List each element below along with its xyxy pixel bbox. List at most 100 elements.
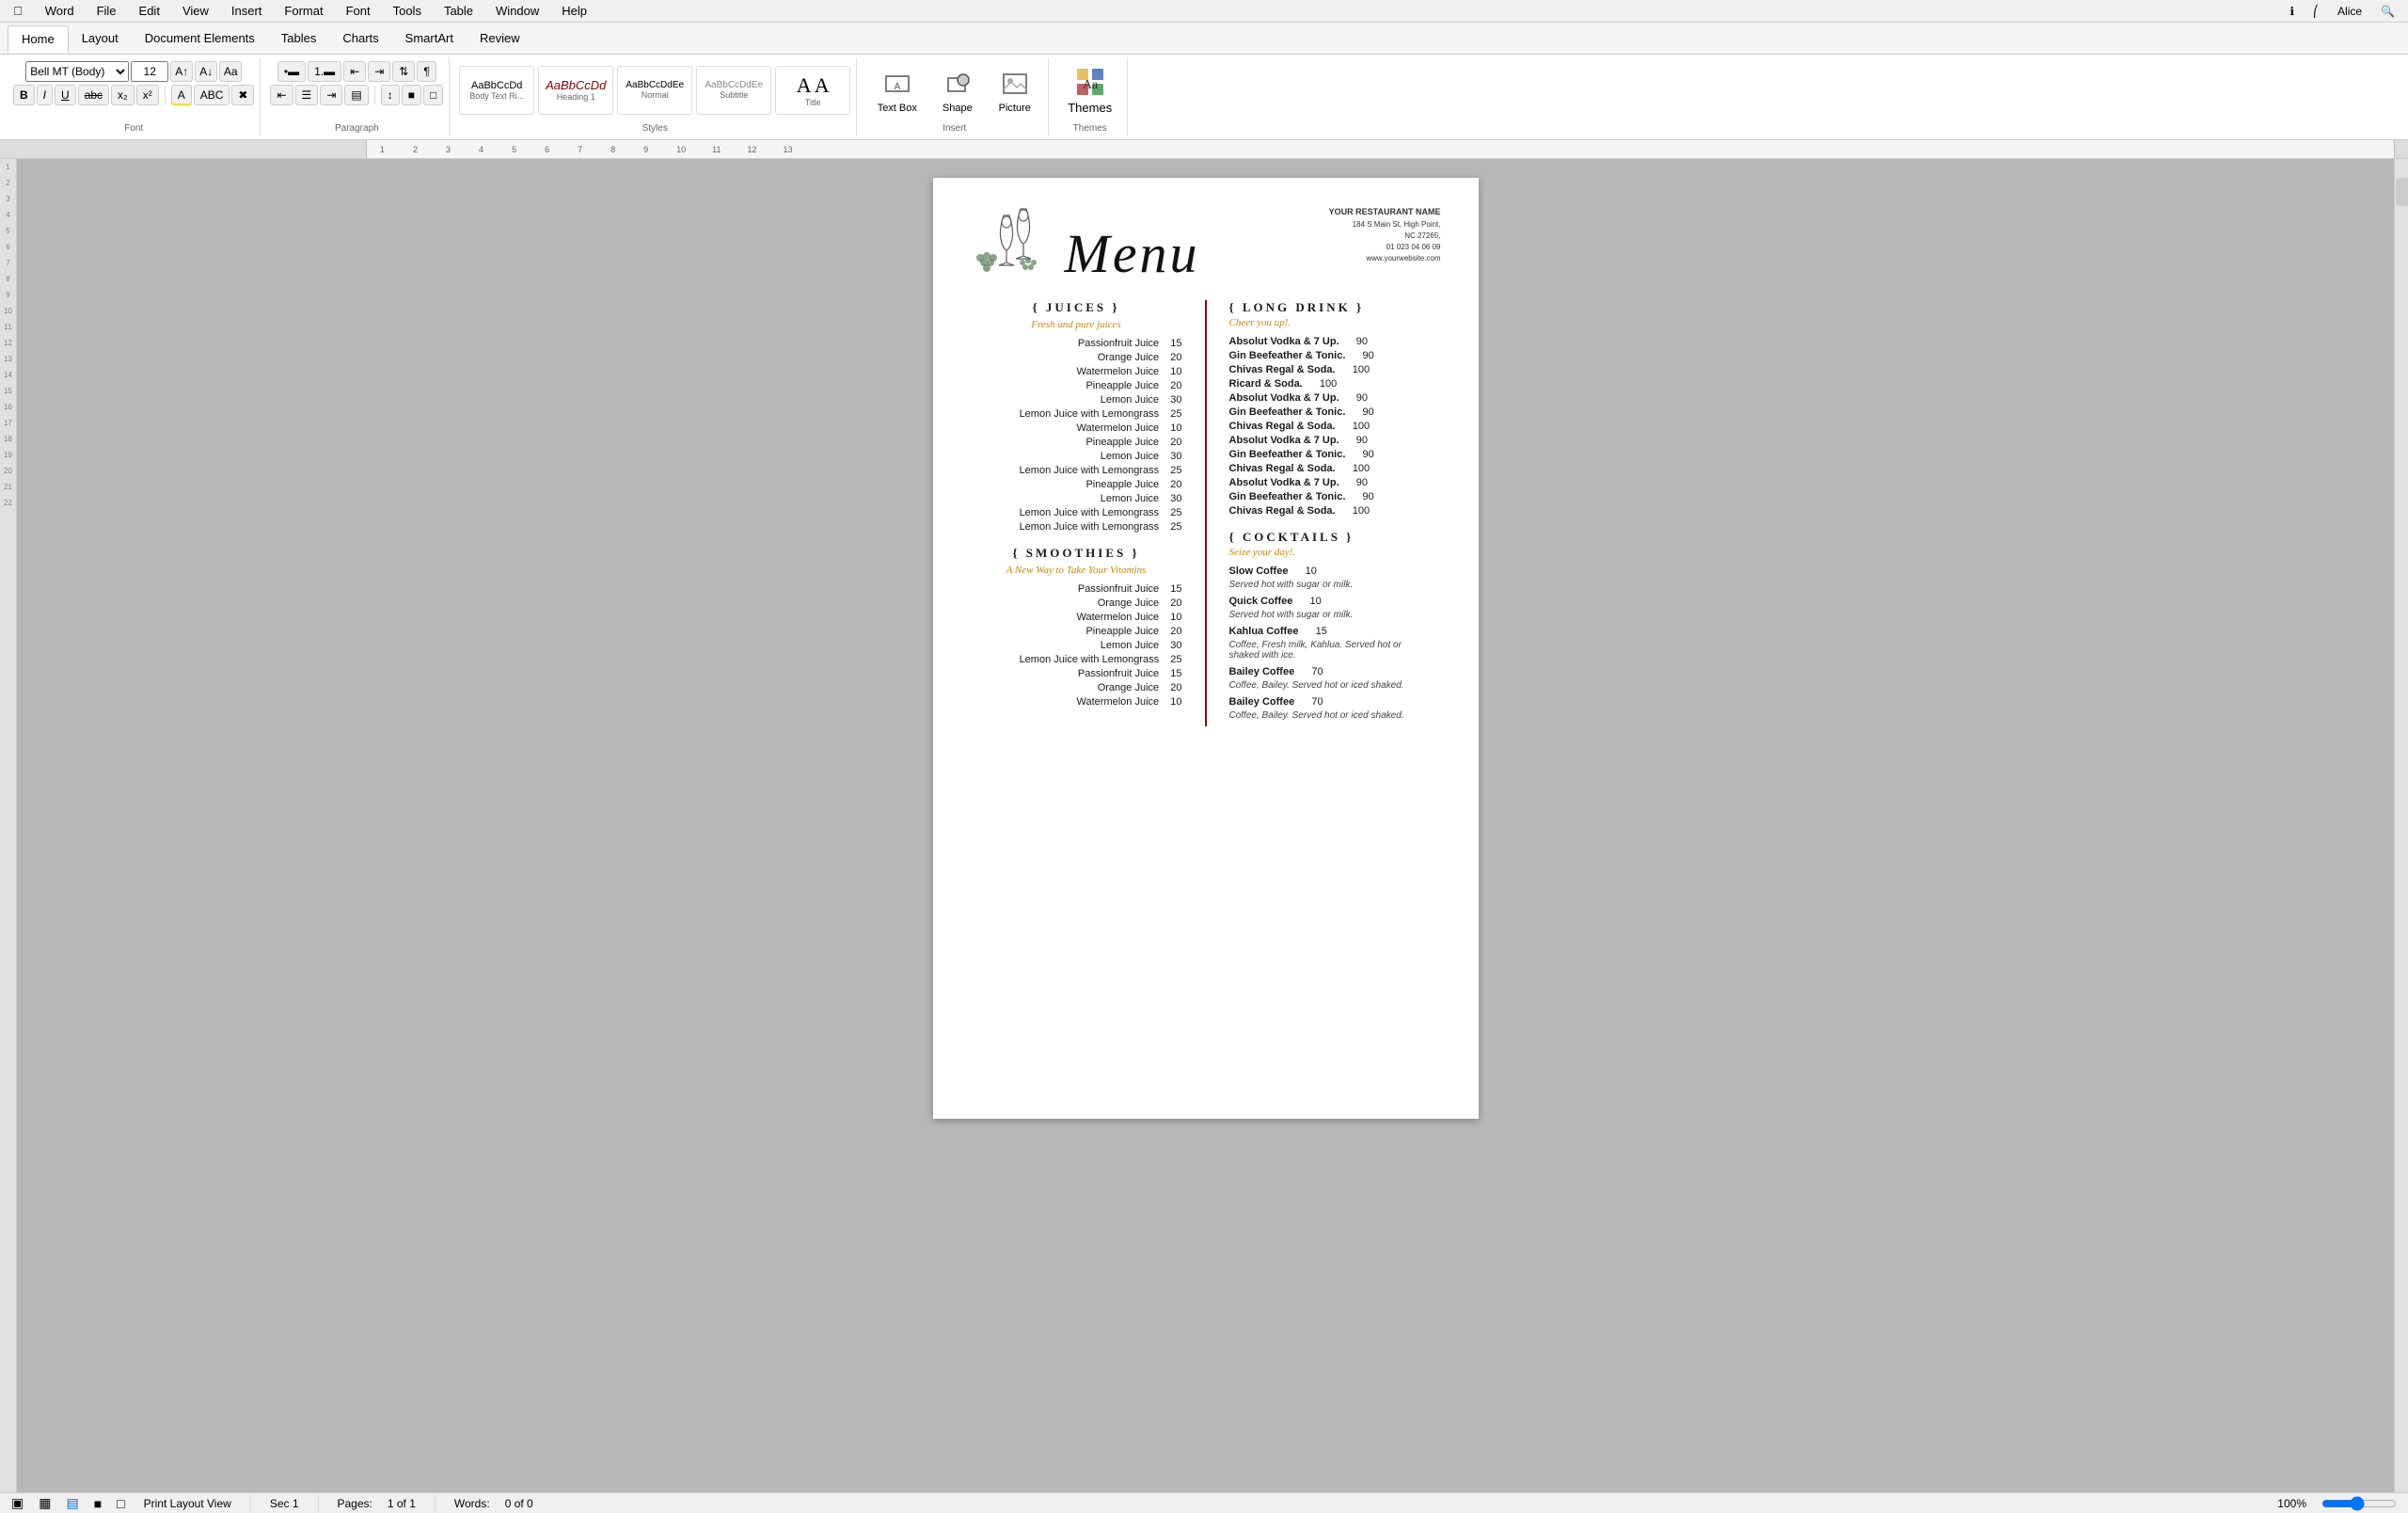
juices-header: { JUICES } xyxy=(971,300,1182,315)
divider2 xyxy=(374,86,375,104)
menu-help[interactable]: Help xyxy=(556,2,593,20)
list-item: Quick Coffee 10 Served hot with sugar or… xyxy=(1229,596,1441,620)
list-item: Lemon Juice with Lemongrass 25 xyxy=(971,465,1182,476)
apple-menu[interactable]:  xyxy=(8,2,28,20)
line-num-19: 19 xyxy=(4,451,12,459)
view-icon-3[interactable]: ▤ xyxy=(66,1495,78,1511)
svg-text:A: A xyxy=(894,82,900,92)
menu-file[interactable]: File xyxy=(91,2,122,20)
list-item: Passionfruit Juice 15 xyxy=(971,338,1182,349)
indent-decrease-btn[interactable]: ⇤ xyxy=(343,61,366,82)
themes-btn[interactable]: Aa Themes xyxy=(1064,61,1116,119)
menu-view[interactable]: View xyxy=(177,2,214,20)
search-icon[interactable]: 🔍 xyxy=(2375,3,2400,20)
line-spacing-btn[interactable]: ↕ xyxy=(381,85,400,105)
line-num-18: 18 xyxy=(4,435,12,443)
font-family-select[interactable]: Bell MT (Body) xyxy=(25,61,129,82)
tab-tables[interactable]: Tables xyxy=(268,25,330,51)
show-hide-btn[interactable]: ¶ xyxy=(417,61,436,82)
list-item: Watermelon Juice 10 xyxy=(971,422,1182,434)
font-size-increase-btn[interactable]: A↑ xyxy=(170,61,193,82)
line-num-5: 5 xyxy=(6,227,9,235)
line-num-12: 12 xyxy=(4,339,12,347)
tab-home[interactable]: Home xyxy=(8,25,69,53)
view-icon-4[interactable]: ■ xyxy=(94,1496,102,1511)
align-right-btn[interactable]: ⇥ xyxy=(320,85,342,105)
align-justify-btn[interactable]: ▤ xyxy=(344,85,368,105)
menu-edit[interactable]: Edit xyxy=(134,2,166,20)
menu-tools[interactable]: Tools xyxy=(388,2,427,20)
clear-format-btn[interactable]: ✖ xyxy=(231,85,254,105)
style-title[interactable]: A A Title xyxy=(775,66,850,115)
view-icon-1[interactable]: ▣ xyxy=(11,1495,24,1511)
highlight-btn[interactable]: ABC xyxy=(194,85,230,105)
themes-group-label: Themes xyxy=(1058,121,1121,135)
shape-icon xyxy=(941,67,974,101)
menubar-right: ℹ ⎛ Alice 🔍 xyxy=(2284,3,2400,20)
style-body-text[interactable]: AaBbCcDd Body Text Ri... xyxy=(459,66,534,115)
bold-btn[interactable]: B xyxy=(13,85,35,105)
underline-btn[interactable]: U xyxy=(55,85,76,105)
style-heading1[interactable]: AaBbCcDd Heading 1 xyxy=(538,66,613,115)
line-num-16: 16 xyxy=(4,403,12,411)
view-icon-2[interactable]: ▦ xyxy=(39,1495,51,1511)
text-box-icon: A xyxy=(880,67,914,101)
long-drink-subtitle: Cheer you up!. xyxy=(1229,317,1441,328)
bullet-list-btn[interactable]: •▬ xyxy=(277,61,306,82)
sort-btn[interactable]: ⇅ xyxy=(392,61,415,82)
strikethrough-btn[interactable]: abc xyxy=(78,85,109,105)
shape-label: Shape xyxy=(943,103,973,114)
shading-btn[interactable]: ■ xyxy=(402,85,421,105)
insert-group-label: Insert xyxy=(866,121,1042,135)
menu-word[interactable]: Word xyxy=(40,2,80,20)
cocktails-section: { COCKTAILS } Seize your day!. Slow Coff… xyxy=(1229,530,1441,721)
restaurant-name: YOUR RESTAURANT NAME xyxy=(1329,206,1441,219)
indent-increase-btn[interactable]: ⇥ xyxy=(368,61,390,82)
align-center-btn[interactable]: ☰ xyxy=(295,85,319,105)
list-item: Absolut Vodka & 7 Up. 90 xyxy=(1229,336,1441,347)
menu-insert[interactable]: Insert xyxy=(226,2,268,20)
cocktails-header: { COCKTAILS } xyxy=(1229,530,1441,545)
menu-table[interactable]: Table xyxy=(438,2,479,20)
style-body-text-preview: AaBbCcDd xyxy=(471,80,522,91)
menu-window[interactable]: Window xyxy=(490,2,545,20)
font-size-input[interactable] xyxy=(131,61,168,82)
border-btn[interactable]: □ xyxy=(423,85,443,105)
restaurant-web: www.yourwebsite.com xyxy=(1329,253,1441,264)
change-case-btn[interactable]: Aa xyxy=(219,61,242,82)
superscript-btn[interactable]: x² xyxy=(136,85,159,105)
subscript-btn[interactable]: x₂ xyxy=(111,85,135,105)
text-box-btn[interactable]: A Text Box xyxy=(870,63,925,118)
font-color-btn[interactable]: A xyxy=(171,85,192,105)
doc-area[interactable]: Menu YOUR RESTAURANT NAME 184 S Main St,… xyxy=(17,159,2394,1492)
zoom-slider[interactable] xyxy=(2321,1496,2397,1511)
menu-font[interactable]: Font xyxy=(341,2,376,20)
tab-charts[interactable]: Charts xyxy=(329,25,391,51)
tab-smartart[interactable]: SmartArt xyxy=(392,25,467,51)
style-normal[interactable]: AaBbCcDdEe Normal xyxy=(617,66,692,115)
insert-group: A Text Box Shape Picture Insert xyxy=(861,58,1049,135)
menu-format[interactable]: Format xyxy=(278,2,328,20)
shape-btn[interactable]: Shape xyxy=(933,63,982,118)
list-item: Lemon Juice with Lemongrass 25 xyxy=(971,507,1182,518)
style-normal-preview: AaBbCcDdEe xyxy=(626,80,684,90)
italic-btn[interactable]: I xyxy=(37,85,53,105)
sidebar-left: 1 2 3 4 5 6 7 8 9 10 11 12 13 14 15 16 1… xyxy=(0,159,17,1492)
list-item: Passionfruit Juice 15 xyxy=(971,668,1182,679)
scrollbar-right[interactable] xyxy=(2394,159,2408,1492)
text-box-label: Text Box xyxy=(878,103,917,114)
tab-review[interactable]: Review xyxy=(467,25,533,51)
line-num-9: 9 xyxy=(6,291,9,299)
line-num-21: 21 xyxy=(4,483,12,491)
align-left-btn[interactable]: ⇤ xyxy=(270,85,293,105)
style-subtitle[interactable]: AaBbCcDdEe Subtitle xyxy=(696,66,771,115)
font-size-decrease-btn[interactable]: A↓ xyxy=(195,61,217,82)
status-right: 100% xyxy=(2277,1496,2397,1511)
list-item: Chivas Regal & Soda. 100 xyxy=(1229,421,1441,432)
numbered-list-btn[interactable]: 1.▬ xyxy=(308,61,341,82)
tab-document-elements[interactable]: Document Elements xyxy=(132,25,268,51)
list-item: Lemon Juice with Lemongrass 25 xyxy=(971,654,1182,665)
picture-btn[interactable]: Picture xyxy=(990,63,1039,118)
view-icon-5[interactable]: □ xyxy=(117,1496,124,1511)
tab-layout[interactable]: Layout xyxy=(69,25,132,51)
